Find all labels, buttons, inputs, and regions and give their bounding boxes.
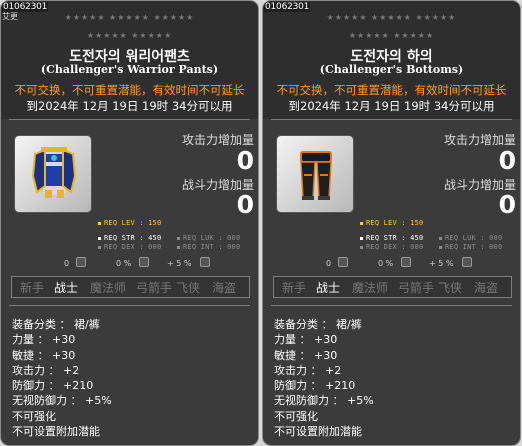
req-str: REQ STR : 450 <box>98 234 161 243</box>
job-warrior: 战士 <box>316 281 341 295</box>
ignore-defense-icon <box>200 257 210 267</box>
attack-increase-value: 0 <box>498 146 516 175</box>
upgrade-icon <box>139 257 149 267</box>
req-str: REQ STR : 450 <box>360 234 423 243</box>
mini-stat-1: 0 <box>64 259 70 268</box>
combat-power-value: 0 <box>498 190 516 219</box>
req-level: REQ LEV : 150 <box>360 219 423 228</box>
detail-no-additional-potential: 不可设置附加潜能 <box>274 425 362 439</box>
trade-notice: 不可交换，不可重置潜能，有效时间不可延长 <box>276 83 507 97</box>
req-luk: REQ LUK : 000 <box>177 234 240 243</box>
job-class-bar: 新手 战士 魔法师 弓箭手 飞侠 海盗 <box>11 276 250 298</box>
detail-attack: 攻击力 ： +2 <box>274 363 342 377</box>
detail-no-additional-potential: 不可设置附加潜能 <box>12 425 100 439</box>
expiry-date: 到2024年 12月 19日 19时 34分可以用 <box>288 99 495 113</box>
combat-power-value: 0 <box>236 190 254 219</box>
divider <box>271 119 512 120</box>
potential-icon <box>338 257 348 267</box>
mini-stat-3: + 5 % <box>429 259 454 268</box>
star-force-row-2: ★★★★★ ★★★★★ <box>348 31 435 40</box>
job-pirate: 海盗 <box>474 281 499 295</box>
ignore-defense-icon <box>462 257 472 267</box>
detail-dex: 敏捷 ： +30 <box>274 348 338 362</box>
detail-attack: 攻击力 ： +2 <box>12 363 80 377</box>
detail-defense: 防御力 ： +210 <box>274 379 356 393</box>
item-details: 装备分类 ： 裙/裤 力量 ： +30 敏捷 ： +30 攻击力 ： +2 防御… <box>274 317 374 439</box>
item-id: 01062301 <box>264 2 311 12</box>
mini-stat-2: 0 % <box>116 259 132 268</box>
item-tooltip-bottoms: 01062301 ★★★★★ ★★★★★ ★★★★★ ★★★★★ ★★★★★ 도… <box>262 0 521 446</box>
trade-notice: 不可交换，不可重置潜能，有效时间不可延长 <box>14 83 245 97</box>
expiry-date: 到2024年 12月 19日 19时 34分可以用 <box>26 99 233 113</box>
upgrade-icon <box>401 257 411 267</box>
bottoms-icon <box>300 151 332 200</box>
detail-no-enhance: 不可强化 <box>274 409 318 423</box>
req-luk: REQ LUK : 000 <box>439 234 502 243</box>
mini-stat-1: 0 <box>326 259 332 268</box>
star-force-row-1: ★★★★★ ★★★★★ ★★★★★ <box>326 13 457 22</box>
detail-ignore-defense: 无视防御力 ： +5% <box>12 394 112 408</box>
detail-no-enhance: 不可强化 <box>12 409 56 423</box>
detail-ignore-defense: 无视防御力 ： +5% <box>274 394 374 408</box>
detail-str: 力量 ： +30 <box>274 333 338 347</box>
warrior-pants-icon <box>31 147 77 198</box>
job-beginner: 新手 <box>282 281 307 295</box>
detail-category: 装备分类 ： 裙/裤 <box>274 318 362 331</box>
detail-dex: 敏捷 ： +30 <box>12 348 76 362</box>
detail-defense: 防御力 ： +210 <box>12 379 94 393</box>
item-title-english: (Challenger's Bottoms) <box>319 63 464 76</box>
job-class-bar: 新手 战士 魔法师 弓箭手 飞侠 海盗 <box>273 276 512 298</box>
mini-stat-2: 0 % <box>378 259 394 268</box>
star-force-row-2: ★★★★★ ★★★★★ <box>86 31 173 40</box>
job-magician: 魔法师 <box>90 281 127 295</box>
req-level: REQ LEV : 150 <box>98 219 161 228</box>
divider <box>9 119 250 120</box>
job-magician: 魔法师 <box>352 281 389 295</box>
item-icon-frame <box>14 135 92 213</box>
item-title-english: (Challenger's Warrior Pants) <box>40 63 219 76</box>
divider <box>9 305 250 306</box>
job-pirate: 海盗 <box>212 281 237 295</box>
detail-category: 装备分类 ： 裙/裤 <box>12 318 100 331</box>
item-details: 装备分类 ： 裙/裤 力量 ： +30 敏捷 ： +30 攻击力 ： +2 防御… <box>12 317 112 439</box>
divider <box>271 305 512 306</box>
job-thief: 飞侠 <box>438 281 463 295</box>
star-force-row-1: ★★★★★ ★★★★★ ★★★★★ <box>64 13 195 22</box>
item-id: 01062301 <box>2 2 49 12</box>
job-beginner: 新手 <box>20 281 45 295</box>
job-warrior: 战士 <box>54 281 79 295</box>
detail-str: 力量 ： +30 <box>12 333 76 347</box>
item-tooltip-warrior-pants: 01062301 艾更 ★★★★★ ★★★★★ ★★★★★ ★★★★★ ★★★★… <box>0 0 259 446</box>
req-int: REQ INT : 000 <box>177 243 240 252</box>
job-bowman: 弓箭手 <box>136 281 173 295</box>
mini-stat-3: + 5 % <box>167 259 192 268</box>
job-thief: 飞侠 <box>176 281 201 295</box>
attack-increase-value: 0 <box>236 146 254 175</box>
req-int: REQ INT : 000 <box>439 243 502 252</box>
req-dex: REQ DEX : 000 <box>360 243 423 252</box>
job-bowman: 弓箭手 <box>398 281 435 295</box>
req-dex: REQ DEX : 000 <box>98 243 161 252</box>
item-icon-frame <box>276 135 354 213</box>
potential-icon <box>76 257 86 267</box>
